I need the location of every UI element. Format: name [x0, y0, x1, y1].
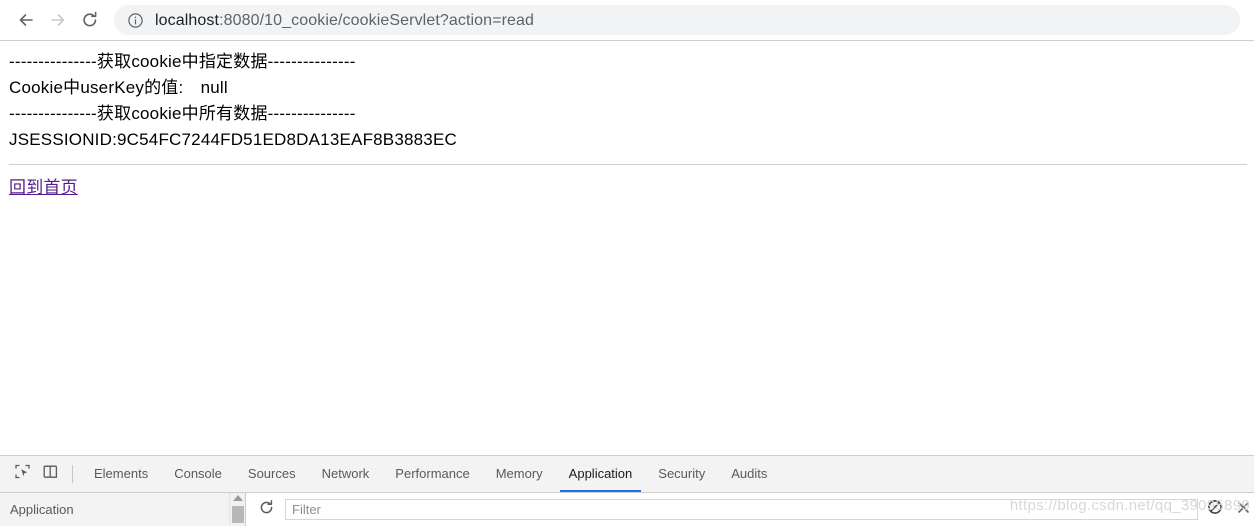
cookie-all-header: ---------------获取cookie中所有数据------------…: [9, 104, 356, 123]
tab-network[interactable]: Network: [309, 456, 383, 492]
toolbar-divider: [72, 465, 73, 483]
reload-button[interactable]: [74, 4, 106, 36]
inspect-element-button[interactable]: [8, 460, 36, 488]
devtools-content: Application: [0, 493, 1254, 526]
refresh-icon: [258, 499, 275, 521]
browser-window: localhost:8080/10_cookie/cookieServlet?a…: [0, 0, 1254, 526]
tab-sources[interactable]: Sources: [235, 456, 309, 492]
tab-memory[interactable]: Memory: [483, 456, 556, 492]
clear-button[interactable]: [1204, 499, 1226, 521]
device-toolbar-icon: [42, 463, 59, 485]
clear-ban-icon: [1207, 499, 1223, 520]
cookie-jsessionid-value: JSESSIONID:9C54FC7244FD51ED8DA13EAF8B388…: [9, 130, 457, 149]
page-content: ---------------获取cookie中指定数据------------…: [0, 41, 1254, 199]
back-to-home-link[interactable]: 回到首页: [9, 177, 78, 199]
back-arrow-icon: [16, 10, 36, 30]
sidebar-section-application[interactable]: Application: [10, 502, 74, 517]
filter-input[interactable]: [285, 499, 1198, 520]
refresh-button[interactable]: [255, 499, 277, 521]
cookie-userkey-value: Cookie中userKey的值: null: [9, 78, 228, 97]
address-bar-host: localhost: [155, 11, 220, 29]
reload-icon: [80, 10, 100, 30]
tab-elements[interactable]: Elements: [81, 456, 161, 492]
sidebar-scrollbar[interactable]: [229, 493, 245, 526]
forward-arrow-icon: [48, 10, 68, 30]
page-viewport: ---------------获取cookie中指定数据------------…: [0, 41, 1254, 455]
tab-performance[interactable]: Performance: [382, 456, 482, 492]
address-bar-text: localhost:8080/10_cookie/cookieServlet?a…: [155, 11, 534, 30]
scrollbar-thumb[interactable]: [232, 506, 244, 523]
address-bar-path: :8080/10_cookie/cookieServlet?action=rea…: [219, 11, 535, 29]
close-button[interactable]: [1232, 499, 1254, 521]
address-bar[interactable]: localhost:8080/10_cookie/cookieServlet?a…: [114, 5, 1240, 35]
cookie-specified-header: ---------------获取cookie中指定数据------------…: [9, 52, 356, 71]
close-x-icon: [1236, 500, 1251, 520]
devtools-panel: Elements Console Sources Network Perform…: [0, 455, 1254, 526]
tab-audits[interactable]: Audits: [718, 456, 780, 492]
tab-security[interactable]: Security: [645, 456, 718, 492]
forward-button[interactable]: [42, 4, 74, 36]
devtools-tabbar: Elements Console Sources Network Perform…: [0, 456, 1254, 493]
browser-toolbar: localhost:8080/10_cookie/cookieServlet?a…: [0, 0, 1254, 41]
device-toolbar-button[interactable]: [36, 460, 64, 488]
back-button[interactable]: [10, 4, 42, 36]
tab-console[interactable]: Console: [161, 456, 235, 492]
horizontal-rule: [9, 164, 1247, 166]
devtools-main-pane: [245, 493, 1254, 526]
inspect-element-icon: [14, 463, 31, 485]
info-circle-icon[interactable]: [126, 11, 145, 30]
scroll-up-arrow-icon[interactable]: [233, 495, 243, 501]
tab-application[interactable]: Application: [556, 456, 646, 492]
devtools-sidebar: Application: [0, 493, 229, 526]
